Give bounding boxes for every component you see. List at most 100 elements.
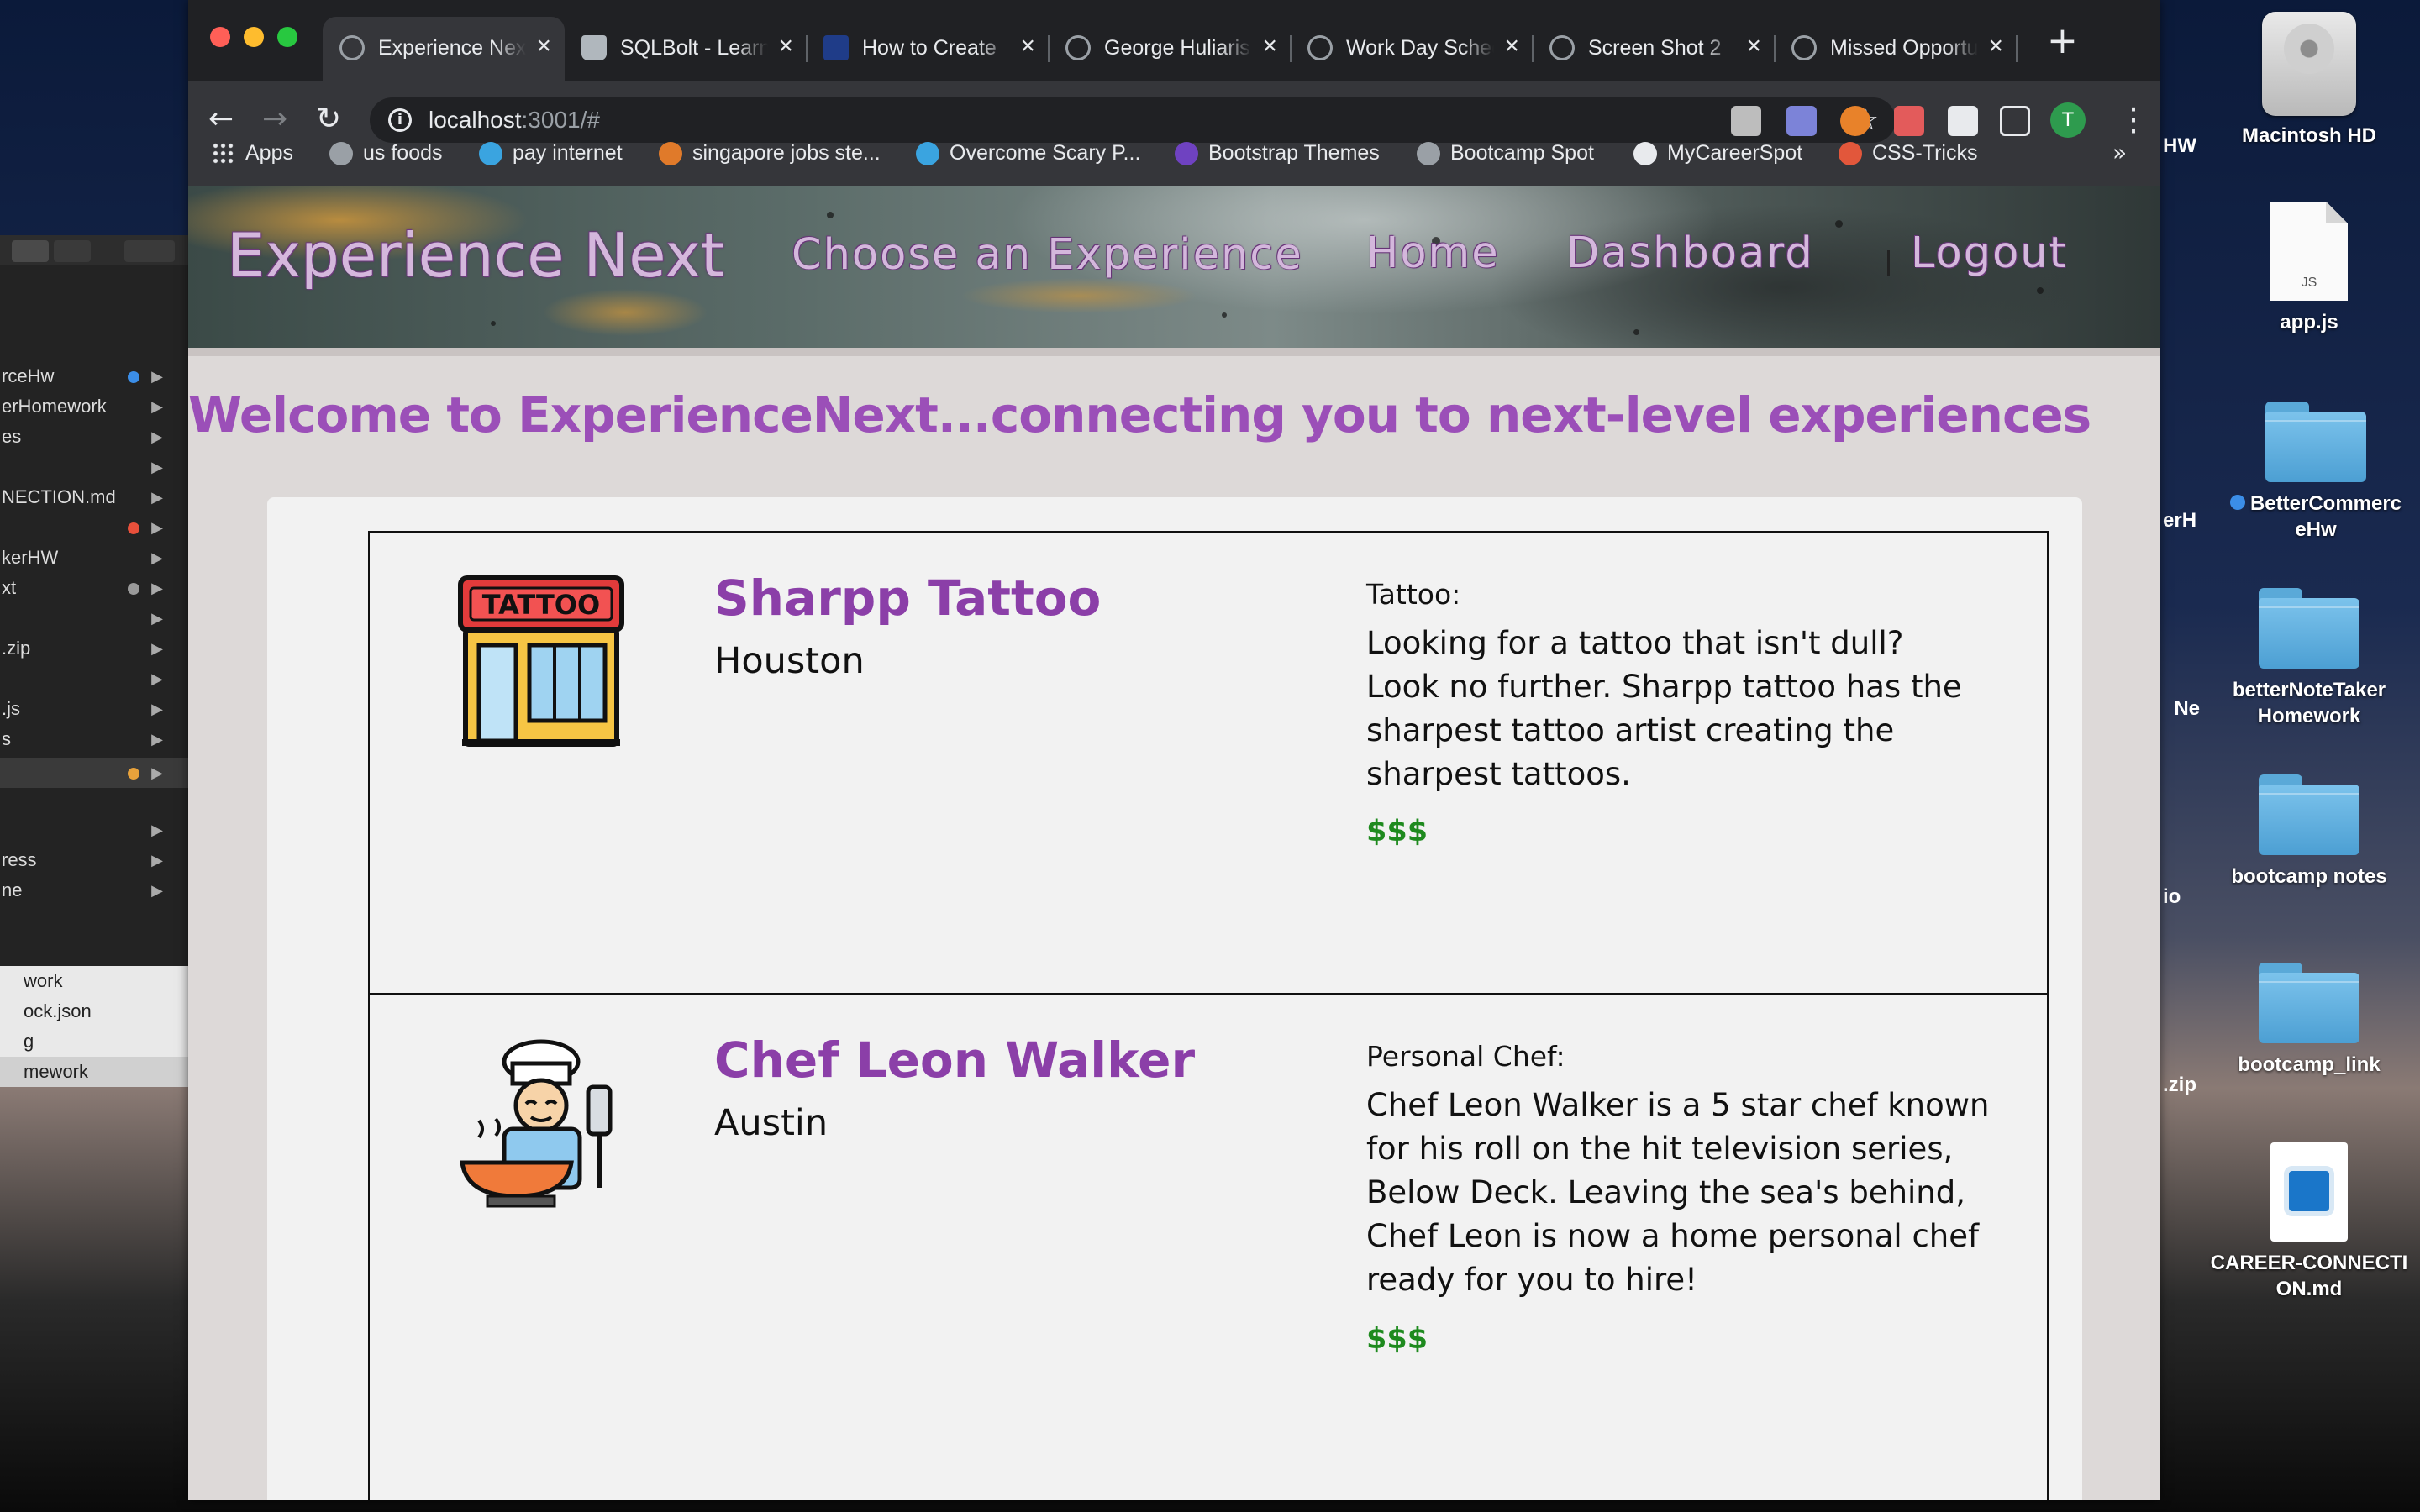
expand-arrow-icon[interactable]: ▶ (151, 482, 163, 512)
bookmark-item[interactable]: pay internet (479, 136, 623, 170)
expand-arrow-icon[interactable]: ▶ (151, 512, 163, 543)
sidebar-file-row[interactable]: ▶ (0, 815, 188, 845)
tab-screen-shot[interactable]: Screen Shot 2 × (1533, 17, 1776, 81)
close-window-icon[interactable] (210, 27, 230, 47)
list-view-icon[interactable] (54, 240, 91, 262)
desktop-icon-app-js[interactable]: JS app.js (2229, 202, 2389, 335)
expand-arrow-icon[interactable]: ▶ (151, 361, 163, 391)
expand-arrow-icon[interactable]: ▶ (151, 845, 163, 875)
bookmark-item[interactable]: CSS-Tricks (1839, 136, 1977, 170)
new-tab-button[interactable]: + (2047, 20, 2078, 62)
extension-cursor-icon[interactable] (1786, 106, 1817, 136)
sidebar-file-row[interactable]: ▶ (0, 758, 188, 788)
expand-arrow-icon[interactable]: ▶ (151, 694, 163, 724)
sidebar-file-row[interactable]: .zip ▶ (0, 633, 188, 664)
desktop-icon-bootcamp-link[interactable]: bootcamp_link (2229, 963, 2389, 1078)
tab-experience-next[interactable]: Experience Next × (323, 17, 565, 81)
site-info-icon[interactable]: i (388, 108, 412, 132)
cast-icon[interactable] (2000, 106, 2030, 136)
experience-name[interactable]: Sharpp Tattoo (714, 570, 1101, 627)
bookmark-item[interactable]: MyCareerSpot (1634, 136, 1802, 170)
extension-icon[interactable] (1731, 106, 1761, 136)
experience-card[interactable]: Chef Leon Walker Austin Personal Chef: C… (368, 993, 2049, 1500)
sidebar-file-row[interactable]: ▶ (0, 664, 188, 694)
expand-arrow-icon[interactable]: ▶ (151, 724, 163, 754)
desktop-icon-bootcamp-notes[interactable]: bootcamp notes (2229, 774, 2389, 890)
expand-arrow-icon[interactable]: ▶ (151, 543, 163, 573)
expand-arrow-icon[interactable]: ▶ (151, 603, 163, 633)
zoom-window-icon[interactable] (277, 27, 297, 47)
sidebar-file-row[interactable]: ▶ (0, 512, 188, 543)
background-label: HW (2163, 134, 2196, 157)
tab-how-to-create[interactable]: How to Create × (807, 17, 1050, 81)
expand-arrow-icon[interactable]: ▶ (151, 758, 163, 788)
finder-file-row[interactable]: mework (0, 1057, 188, 1087)
close-tab-icon[interactable]: × (1746, 34, 1761, 59)
grid-view-icon[interactable] (124, 240, 175, 262)
minimize-window-icon[interactable] (244, 27, 264, 47)
close-tab-icon[interactable]: × (1262, 34, 1277, 59)
sidebar-file-row[interactable]: .js ▶ (0, 694, 188, 724)
expand-arrow-icon[interactable]: ▶ (151, 452, 163, 482)
sidebar-file-row[interactable]: kerHW ▶ (0, 543, 188, 573)
finder-file-row[interactable]: work (0, 966, 188, 996)
desktop-icon-career-connection[interactable]: CAREER-CONNECTION.md (2210, 1142, 2408, 1302)
profile-avatar[interactable]: T (2050, 102, 2086, 138)
close-tab-icon[interactable]: × (1020, 34, 1035, 59)
extension-arrow-icon[interactable] (1894, 106, 1924, 136)
close-tab-icon[interactable]: × (1504, 34, 1519, 59)
experience-name[interactable]: Chef Leon Walker (714, 1032, 1195, 1089)
expand-arrow-icon[interactable]: ▶ (151, 422, 163, 452)
view-toggle-icon[interactable] (12, 240, 49, 262)
sidebar-file-row[interactable]: es ▶ (0, 422, 188, 452)
tab-missed-opportunities[interactable]: Missed Opportunities × (1775, 17, 2018, 81)
sidebar-file-row[interactable]: erHomework ▶ (0, 391, 188, 422)
sidebar-file-row[interactable]: xt ▶ (0, 573, 188, 603)
nav-home[interactable]: Home (1366, 228, 1500, 278)
sidebar-file-row[interactable]: rceHw ▶ (0, 361, 188, 391)
bookmark-item[interactable]: Overcome Scary P... (916, 136, 1140, 170)
bookmarks-overflow-button[interactable]: » (2112, 136, 2127, 170)
sidebar-file-row[interactable]: ▶ (0, 452, 188, 482)
desktop-icon-betternotetakerhomework[interactable]: betterNoteTakerHomework (2229, 588, 2389, 729)
close-tab-icon[interactable]: × (1988, 34, 2003, 59)
desktop-icon-bettercommercehw[interactable]: BetterCommerceHw (2229, 402, 2402, 543)
expand-arrow-icon[interactable]: ▶ (151, 573, 163, 603)
finder-file-row[interactable]: ock.json (0, 996, 188, 1026)
puzzle-extensions-icon[interactable] (1948, 106, 1978, 136)
bookmark-item[interactable]: Bootstrap Themes (1175, 136, 1380, 170)
expand-arrow-icon[interactable]: ▶ (151, 664, 163, 694)
expand-arrow-icon[interactable]: ▶ (151, 391, 163, 422)
expand-arrow-icon[interactable]: ▶ (151, 633, 163, 664)
sidebar-file-row[interactable]: ress ▶ (0, 845, 188, 875)
bookmark-item[interactable]: singapore jobs ste... (659, 136, 881, 170)
metamask-icon[interactable] (1840, 106, 1870, 136)
nav-logout[interactable]: Logout (1911, 228, 2068, 278)
url-text[interactable]: localhost:3001/# (429, 106, 600, 134)
reload-icon[interactable]: ↻ (316, 102, 341, 136)
bookmark-item[interactable]: Apps (212, 136, 293, 170)
bookmark-item[interactable]: us foods (329, 136, 443, 170)
tab-sqlbolt[interactable]: SQLBolt - Learn SQL × (565, 17, 808, 81)
sidebar-file-row[interactable]: s ▶ (0, 724, 188, 754)
close-tab-icon[interactable]: × (778, 34, 793, 59)
expand-arrow-icon[interactable]: ▶ (151, 815, 163, 845)
close-tab-icon[interactable]: × (536, 34, 551, 59)
experience-card[interactable]: TATTOO Sharpp Tattoo Houston Tattoo: Loo… (368, 531, 2049, 995)
desktop-icon-macintosh-hd[interactable]: Macintosh HD (2229, 12, 2389, 149)
git-status-dot-icon (128, 371, 139, 383)
menu-kebab-icon[interactable]: ⋮ (2118, 101, 2149, 138)
sidebar-file-row[interactable]: ▶ (0, 603, 188, 633)
forward-arrow-icon[interactable]: → (262, 102, 287, 136)
tab-george-huliaris[interactable]: George Huliaris × (1049, 17, 1292, 81)
expand-arrow-icon[interactable]: ▶ (151, 875, 163, 906)
finder-file-row[interactable]: g (0, 1026, 188, 1057)
back-arrow-icon[interactable]: ← (208, 102, 234, 136)
nav-choose-experience[interactable]: Choose an Experience (792, 230, 1303, 280)
bookmark-item[interactable]: Bootcamp Spot (1417, 136, 1594, 170)
site-brand[interactable]: Experience Next (227, 220, 724, 291)
sidebar-file-row[interactable]: ne ▶ (0, 875, 188, 906)
nav-dashboard[interactable]: Dashboard (1566, 228, 1814, 278)
tab-work-day-scheduler[interactable]: Work Day Scheduler × (1291, 17, 1534, 81)
sidebar-file-row[interactable]: NECTION.md ▶ (0, 482, 188, 512)
